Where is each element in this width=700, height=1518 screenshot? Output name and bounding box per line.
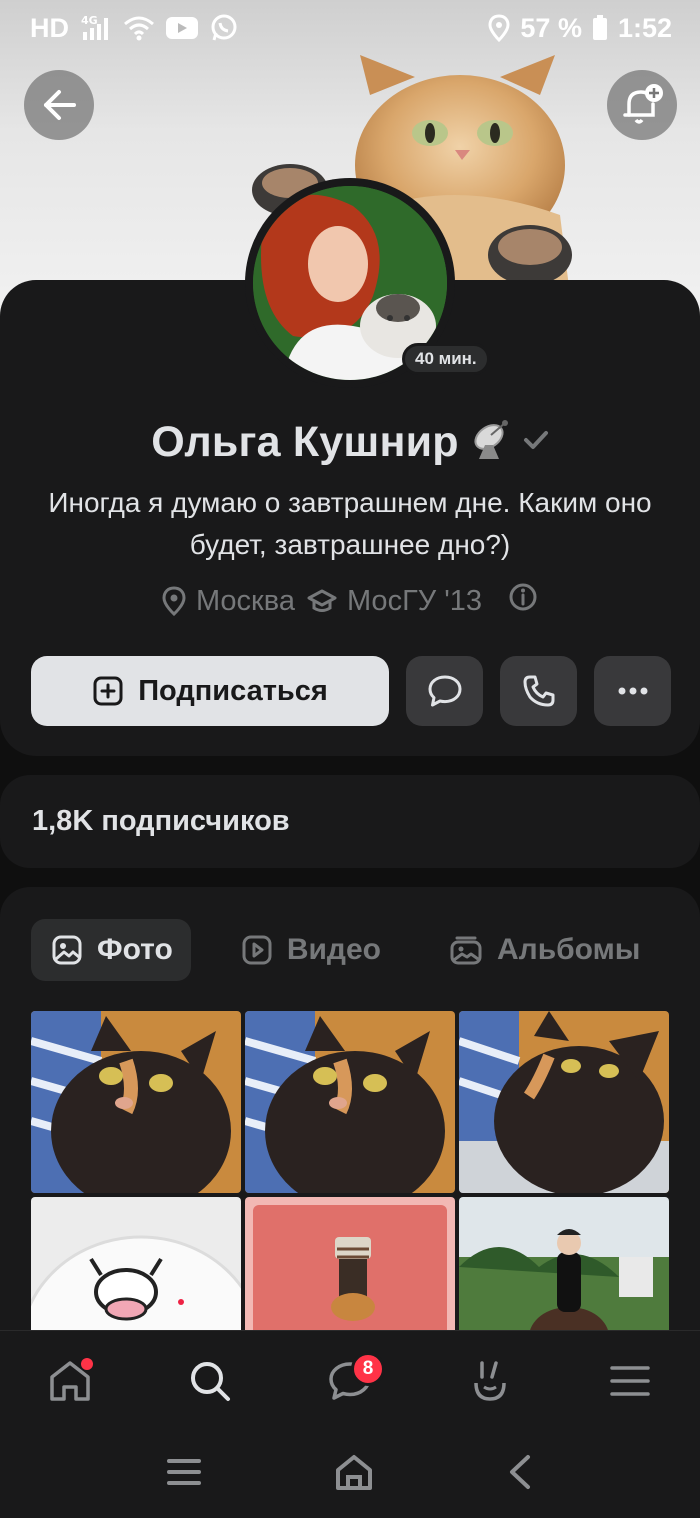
search-icon [191, 1361, 230, 1401]
tab-video[interactable]: Видео [221, 919, 399, 981]
whatsapp-icon [209, 13, 239, 43]
nav-clips[interactable] [455, 1346, 525, 1416]
education-label: МосГУ '13 [346, 584, 483, 617]
last-seen-badge: 40 мин. [402, 343, 490, 375]
nav-messages[interactable]: 8 [315, 1346, 385, 1416]
tab-albums[interactable]: Альбомы [429, 919, 658, 981]
wifi-icon [123, 15, 155, 41]
tab-albums-label: Альбомы [496, 933, 641, 966]
followers-count: 1,8K подписчиков [32, 805, 290, 837]
photo-thumbnail[interactable] [459, 1197, 669, 1347]
battery-icon [592, 15, 608, 41]
plus-square-icon [93, 676, 123, 706]
clock: 1:52 [617, 12, 672, 43]
media-section: Фото Видео Альбомы [0, 887, 700, 1347]
tab-photo[interactable]: Фото [31, 919, 191, 981]
phone-icon [523, 675, 554, 707]
profile-status: Иногда я думаю о завтрашнем дне. Каким о… [48, 487, 652, 560]
graduation-cap-icon [307, 589, 337, 612]
message-bubble-icon [428, 675, 461, 707]
tab-photo-label: Фото [97, 933, 173, 966]
notification-subscribe-button[interactable] [607, 70, 677, 140]
recent-apps-icon[interactable] [166, 1456, 202, 1493]
photo-thumbnail[interactable] [459, 1011, 669, 1193]
photo-grid [31, 1011, 669, 1347]
city-label: Москва [195, 584, 295, 617]
photo-thumbnail[interactable] [245, 1011, 455, 1193]
system-back-icon[interactable] [506, 1453, 534, 1496]
profile-meta: Москва МосГУ '13 [0, 582, 700, 620]
home-notification-dot [81, 1357, 93, 1370]
back-button[interactable] [24, 70, 94, 140]
verified-check-icon [523, 429, 549, 456]
system-home-icon[interactable] [334, 1453, 374, 1496]
media-tabs: Фото Видео Альбомы [31, 919, 658, 981]
call-button[interactable] [500, 656, 577, 726]
bottom-tab-bar: 8 [0, 1330, 700, 1430]
messages-count-badge: 8 [351, 1351, 385, 1386]
status-bar: HD 4G 57 % 1:52 [0, 0, 700, 56]
more-button[interactable] [594, 656, 671, 726]
menu-icon [610, 1365, 650, 1396]
name-row: Ольга Кушнир [0, 418, 700, 467]
albums-icon [450, 936, 482, 965]
nav-menu[interactable] [595, 1346, 665, 1416]
photo-icon [52, 935, 82, 965]
arrow-left-icon [44, 90, 76, 120]
photo-thumbnail[interactable] [31, 1197, 241, 1347]
network-sub: 4G [81, 14, 98, 27]
subscribe-button[interactable]: Подписаться [31, 656, 389, 726]
signal-icon: 4G [79, 14, 113, 42]
location-pin-icon [162, 586, 186, 616]
photo-thumbnail[interactable] [245, 1197, 455, 1347]
education-info: МосГУ '13 [307, 585, 482, 618]
tab-video-label: Видео [286, 933, 381, 966]
subscribe-label: Подписаться [138, 674, 328, 707]
satellite-emoji-icon [471, 419, 511, 466]
more-dots-icon [618, 687, 647, 695]
system-navigation-bar [0, 1430, 700, 1518]
followers-section[interactable]: 1,8K подписчиков [0, 775, 700, 868]
nav-home[interactable] [35, 1346, 105, 1416]
battery-percent: 57 % [520, 12, 582, 43]
city-info: Москва [162, 585, 295, 618]
info-icon[interactable] [508, 582, 538, 620]
profile-actions: Подписаться [31, 656, 671, 726]
youtube-icon [165, 15, 199, 41]
nav-search[interactable] [175, 1346, 245, 1416]
clips-icon [474, 1360, 506, 1401]
photo-thumbnail[interactable] [31, 1011, 241, 1193]
video-icon [242, 935, 272, 965]
message-button[interactable] [406, 656, 483, 726]
location-icon [488, 14, 510, 42]
network-type: HD [30, 12, 69, 43]
profile-name: Ольга Кушнир [151, 418, 459, 466]
bell-plus-icon [623, 84, 663, 124]
